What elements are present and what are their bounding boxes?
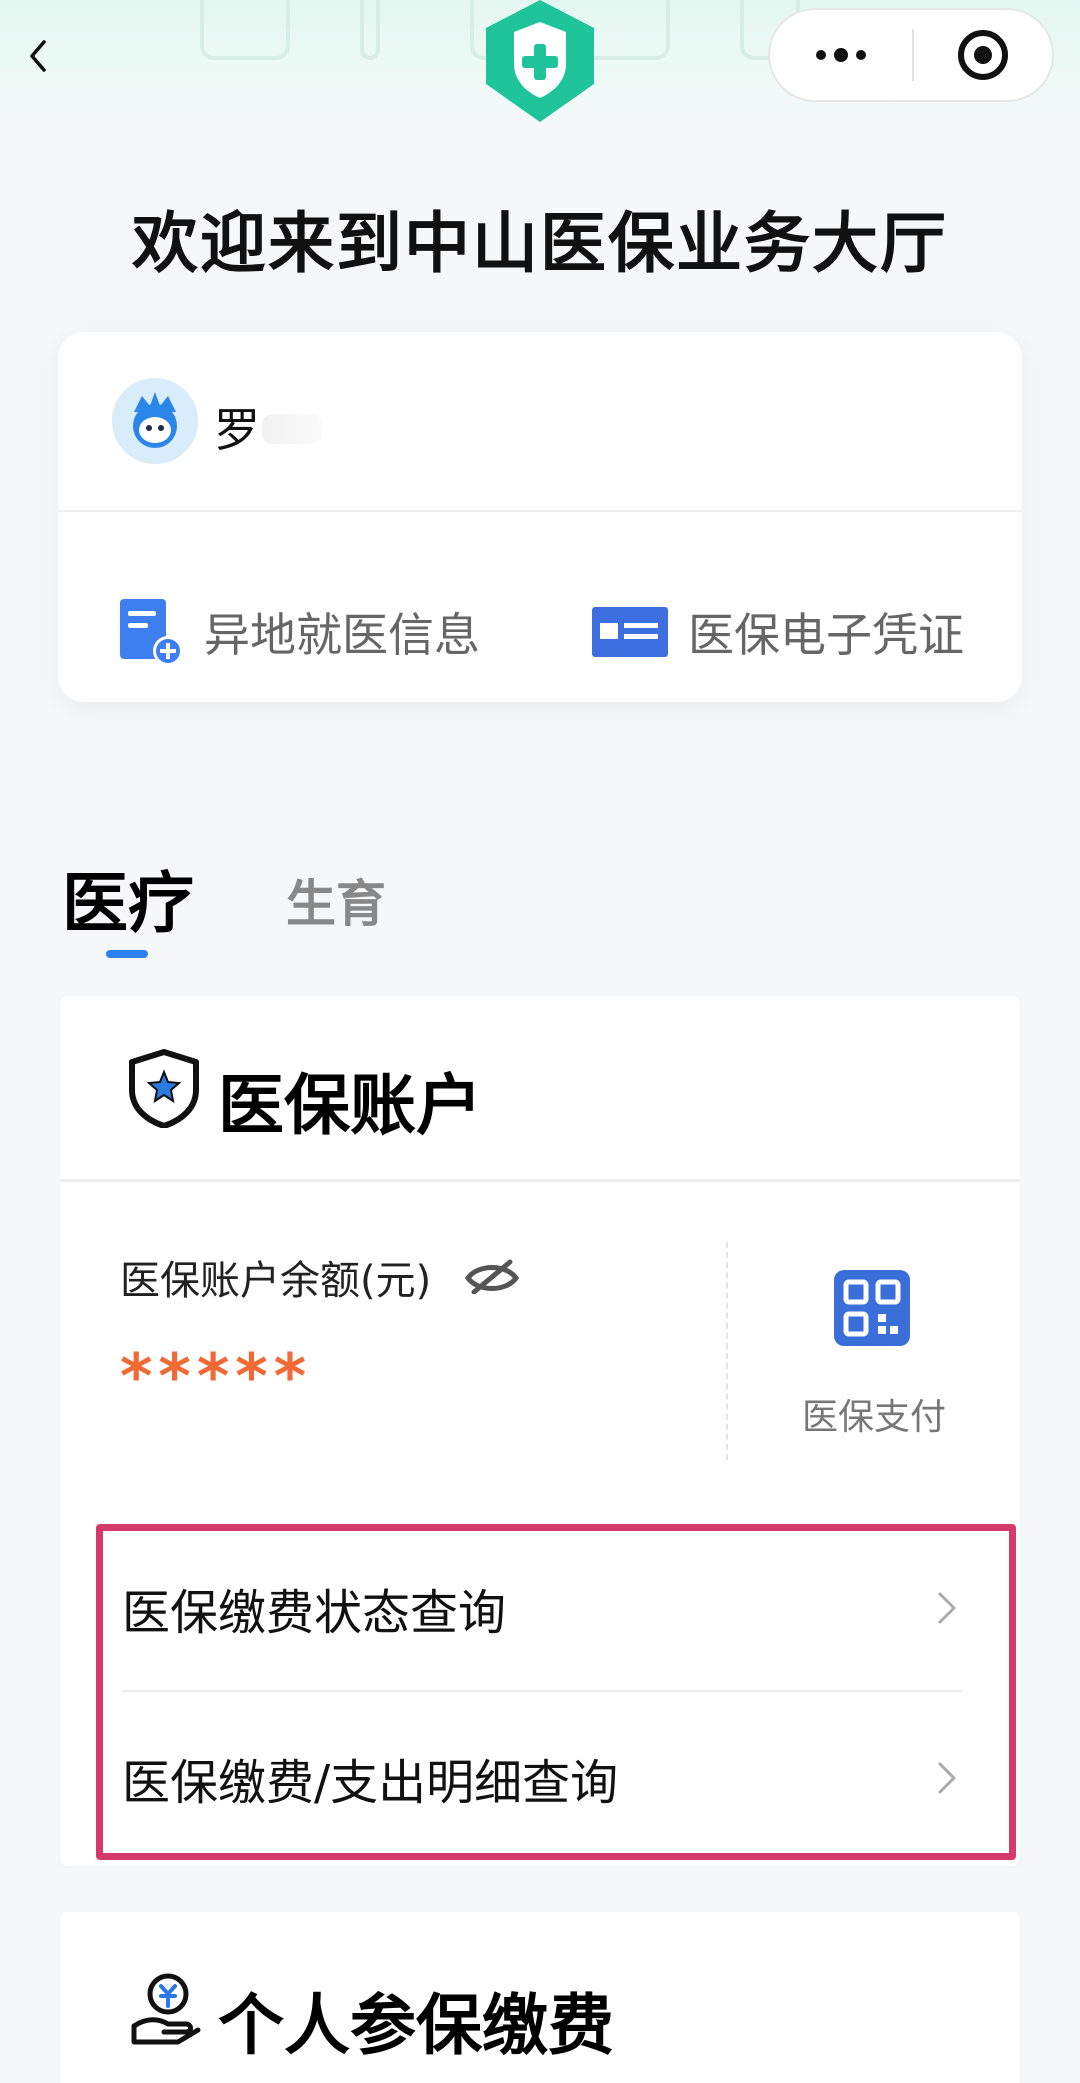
payment-detail-query-link[interactable]: 医保缴费/支出明细查询	[122, 1708, 962, 1848]
avatar-mascot-icon	[112, 378, 198, 464]
e-voucher-link[interactable]: 医保电子凭证	[592, 592, 964, 672]
avatar	[112, 378, 198, 464]
tab-medical[interactable]: 医疗	[62, 850, 194, 946]
user-name: 罗	[214, 403, 260, 457]
eye-off-icon[interactable]	[464, 1258, 520, 1294]
banner-decoration	[200, 0, 290, 60]
payment-status-query-link[interactable]: 医保缴费状态查询	[122, 1538, 962, 1678]
link-label: 医保缴费状态查询	[122, 1585, 507, 1641]
category-tabs: 医疗 生育	[62, 850, 662, 970]
account-title: 医保账户	[218, 1067, 482, 1144]
target-circle-icon	[958, 30, 1008, 80]
active-tab-indicator	[106, 950, 148, 958]
app-logo	[482, 0, 598, 124]
id-card-icon	[592, 607, 668, 657]
medical-shield-icon	[486, 0, 594, 122]
hand-coin-icon	[131, 1973, 201, 2045]
personal-payment-title: 个人参保缴费	[218, 1987, 614, 2064]
chevron-right-icon	[938, 1592, 956, 1624]
insurance-pay-label[interactable]: 医保支付	[802, 1388, 946, 1440]
chevron-right-icon	[938, 1762, 956, 1794]
quick-link-label: 异地就医信息	[204, 608, 480, 662]
more-menu-button[interactable]	[770, 10, 912, 100]
row-divider	[122, 1690, 962, 1692]
balance-label: 医保账户余额(元)	[120, 1258, 432, 1304]
tab-maternity[interactable]: 生育	[286, 864, 386, 936]
remote-medical-info-link[interactable]: 异地就医信息	[118, 592, 480, 672]
personal-payment-card[interactable]: 个人参保缴费	[60, 1912, 1020, 2083]
chevron-left-icon	[30, 40, 46, 72]
balance-value: *****	[120, 1340, 313, 1413]
banner-decoration	[360, 0, 380, 60]
back-button[interactable]	[18, 36, 58, 76]
qr-code-icon[interactable]	[834, 1270, 910, 1346]
more-dots-icon	[816, 48, 866, 62]
dashed-divider	[726, 1242, 728, 1460]
document-plus-icon	[120, 599, 183, 666]
qr-glyph	[843, 1279, 901, 1337]
user-card: 罗 异地就医信息 医保电子凭证	[58, 332, 1022, 702]
close-miniprogram-button[interactable]	[914, 10, 1052, 100]
user-row[interactable]: 罗	[58, 332, 1022, 512]
miniprogram-capsule	[768, 8, 1054, 102]
shield-star-icon	[129, 1049, 199, 1128]
link-label: 医保缴费/支出明细查询	[122, 1755, 619, 1811]
account-header: 医保账户	[60, 996, 1020, 1182]
user-name-mask	[262, 414, 322, 444]
page-title: 欢迎来到中山医保业务大厅	[132, 205, 948, 282]
quick-link-label: 医保电子凭证	[688, 608, 964, 662]
